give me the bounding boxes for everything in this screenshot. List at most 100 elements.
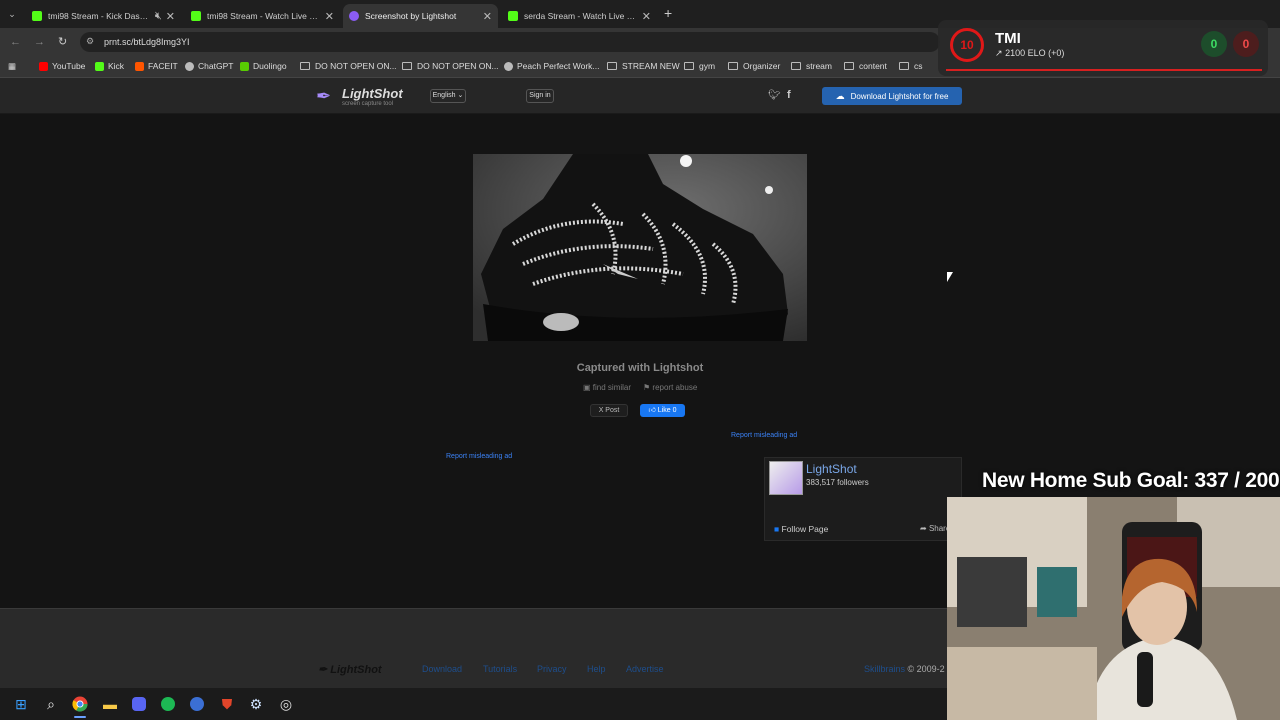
- address-bar[interactable]: [80, 32, 940, 52]
- facebook-icon: ■: [774, 524, 780, 534]
- kick-icon: [32, 11, 42, 21]
- skillbrains-link[interactable]: Skillbrains: [864, 664, 905, 674]
- url-text[interactable]: prnt.sc/btLdg8Img3YI: [104, 37, 190, 47]
- folder-icon: [402, 62, 412, 70]
- windows-start-icon[interactable]: ⊞: [12, 695, 30, 713]
- webcam-scene: [947, 497, 1280, 720]
- tab-kick-dashboard[interactable]: tmi98 Stream - Kick Dashboard 🔇︎ ✕: [26, 4, 181, 28]
- bookmark-organizer[interactable]: Organizer: [728, 61, 780, 71]
- tab-serda-stream[interactable]: serda Stream - Watch Live on Kick ✕: [502, 4, 657, 28]
- folder-icon: [844, 62, 854, 70]
- apps-grid-icon[interactable]: ▦: [8, 61, 16, 72]
- bookmark-chatgpt[interactable]: ChatGPT: [185, 61, 233, 71]
- find-similar-link[interactable]: ▣ find similar: [583, 383, 631, 392]
- screenshot-image[interactable]: [473, 154, 807, 341]
- lightshot-header: [0, 78, 1280, 114]
- report-misleading-ad-link[interactable]: Report misleading ad: [446, 453, 512, 460]
- feather-logo-icon: ✒: [318, 664, 328, 676]
- logo-subtitle: screen capture tool: [342, 101, 394, 107]
- footer-link-advertise[interactable]: Advertise: [626, 664, 664, 674]
- new-tab-plus-icon[interactable]: +: [664, 5, 672, 21]
- active-app-indicator: [74, 716, 86, 718]
- cloud-download-icon: ☁: [835, 90, 845, 101]
- webcam-feed: [947, 497, 1280, 720]
- facebook-icon[interactable]: f: [787, 89, 791, 101]
- bookmark-folder-1[interactable]: DO NOT OPEN ON...: [300, 61, 397, 71]
- reload-icon[interactable]: ↻: [58, 35, 67, 48]
- page-thumbnail[interactable]: [769, 461, 803, 495]
- kick-icon: [191, 11, 201, 21]
- faceit-elo-bar: [946, 69, 1262, 71]
- close-icon[interactable]: ✕: [325, 10, 334, 23]
- bookmark-duolingo[interactable]: Duolingo: [240, 61, 287, 71]
- footer-link-privacy[interactable]: Privacy: [537, 664, 567, 674]
- sign-in-button[interactable]: Sign in: [526, 89, 554, 103]
- bookmark-content[interactable]: content: [844, 61, 887, 71]
- close-icon[interactable]: ✕: [166, 10, 175, 23]
- language-select[interactable]: English ⌄: [430, 89, 466, 103]
- folder-icon: [300, 62, 310, 70]
- bookmark-folder-2[interactable]: DO NOT OPEN ON...: [402, 61, 499, 71]
- youtube-icon: [39, 61, 48, 71]
- search-icon[interactable]: ⌕: [42, 695, 60, 713]
- back-arrow-icon[interactable]: ←: [10, 36, 21, 48]
- bookmark-cs[interactable]: cs: [899, 61, 923, 71]
- tab-search-chevron-icon[interactable]: ⌄: [4, 6, 20, 22]
- kick-icon: [95, 61, 104, 71]
- site-info-icon[interactable]: ⚙: [86, 36, 94, 47]
- faceit-losses: 0: [1233, 31, 1259, 57]
- sub-goal-overlay: New Home Sub Goal: 337 / 20000: [982, 469, 1280, 492]
- kick-icon: [508, 11, 518, 21]
- sneaker-photo: [473, 154, 807, 341]
- page-name-link[interactable]: LightShot: [806, 462, 857, 476]
- tab-tmi98-stream[interactable]: tmi98 Stream - Watch Live on Kick ✕: [185, 4, 340, 28]
- facebook-like-button[interactable]: 👍︎ Like 0: [640, 404, 685, 417]
- file-explorer-icon[interactable]: ▬: [101, 695, 119, 713]
- bookmark-peach-perfect[interactable]: Peach Perfect Work...: [504, 61, 600, 71]
- brave-icon[interactable]: ⛊: [218, 695, 236, 713]
- globe-icon: [504, 61, 513, 71]
- discord-icon[interactable]: [130, 695, 148, 713]
- obs-icon[interactable]: ◎: [277, 695, 295, 713]
- bookmark-gym[interactable]: gym: [684, 61, 715, 71]
- muted-speaker-icon[interactable]: 🔇︎: [155, 10, 162, 23]
- lightshot-logo[interactable]: LightShot: [342, 86, 403, 101]
- camera-icon: ▣: [583, 383, 591, 392]
- chrome-icon[interactable]: [71, 695, 89, 713]
- x-post-button[interactable]: X Post: [590, 404, 628, 417]
- follow-page-button[interactable]: ■ Follow Page: [774, 524, 828, 534]
- bookmark-faceit[interactable]: FACEIT: [135, 61, 178, 71]
- footer-link-help[interactable]: Help: [587, 664, 606, 674]
- close-icon[interactable]: ✕: [483, 10, 492, 23]
- bookmark-kick[interactable]: Kick: [95, 61, 124, 71]
- folder-icon: [684, 62, 694, 70]
- feather-logo-icon[interactable]: ✒: [316, 86, 331, 107]
- download-lightshot-button[interactable]: ☁ Download Lightshot for free: [822, 87, 962, 105]
- captured-caption: Captured with Lightshot: [576, 362, 704, 374]
- faceit-player-name: TMI: [995, 30, 1021, 47]
- twitter-icon[interactable]: 🐦︎: [768, 90, 781, 101]
- chatgpt-icon: [185, 61, 194, 71]
- forward-arrow-icon[interactable]: →: [34, 36, 45, 48]
- trend-up-icon: ↗: [995, 48, 1003, 58]
- footer-link-download[interactable]: Download: [422, 664, 462, 674]
- steam-icon[interactable]: ⚙: [247, 695, 265, 713]
- followers-count: 383,517 followers: [806, 478, 869, 487]
- bookmark-stream[interactable]: stream: [791, 61, 832, 71]
- folder-icon: [899, 62, 909, 70]
- footer-logo[interactable]: ✒ LightShot: [318, 663, 382, 676]
- bookmark-youtube[interactable]: YouTube: [39, 61, 85, 71]
- report-abuse-link[interactable]: ⚑ report abuse: [643, 383, 697, 392]
- footer-link-tutorials[interactable]: Tutorials: [483, 664, 517, 674]
- spotify-icon[interactable]: [159, 695, 177, 713]
- lightshot-icon: [349, 11, 359, 21]
- share-button[interactable]: ➦ Share: [920, 524, 950, 533]
- mouse-cursor-icon: [947, 272, 953, 282]
- faceit-elo: ↗ 2100 ELO (+0): [995, 48, 1065, 58]
- close-icon[interactable]: ✕: [642, 10, 651, 23]
- folder-icon: [791, 62, 801, 70]
- report-misleading-ad-link[interactable]: Report misleading ad: [731, 432, 797, 439]
- app-icon[interactable]: [188, 695, 206, 713]
- tab-lightshot[interactable]: Screenshot by Lightshot ✕: [343, 4, 498, 28]
- bookmark-stream-new[interactable]: STREAM NEW: [607, 61, 680, 71]
